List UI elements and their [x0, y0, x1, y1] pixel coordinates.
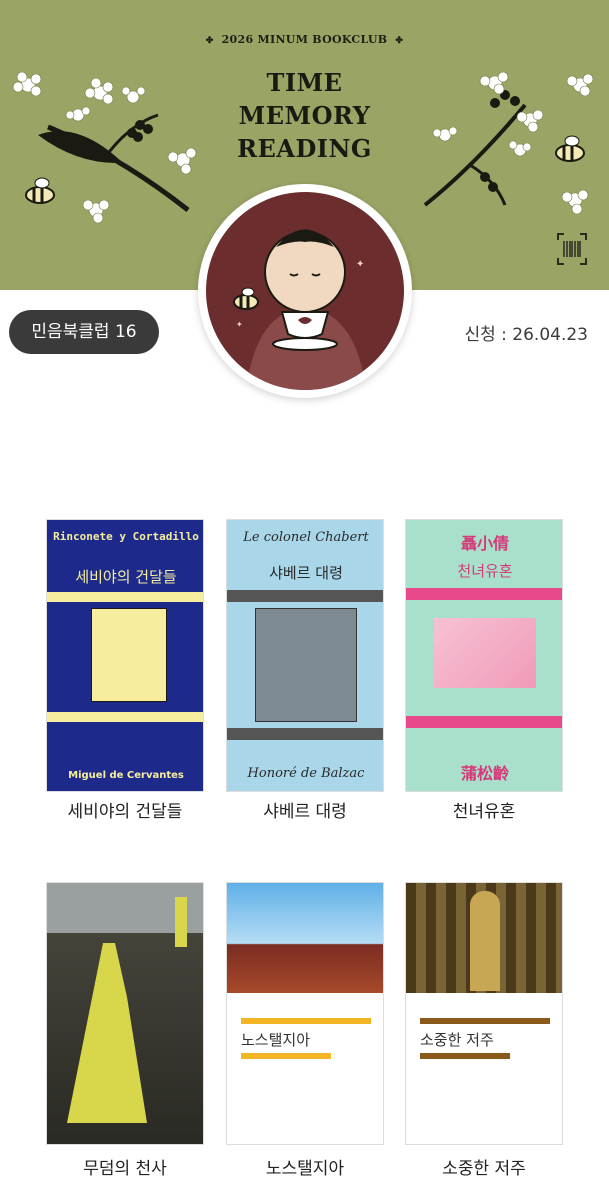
book-title[interactable]: 샤베르 대령 — [206, 797, 404, 822]
cover-author: 蒲松齡 — [460, 764, 509, 783]
club-cohort-badge: 민음북클럽 16기 — [9, 310, 159, 386]
cover-band — [406, 588, 562, 600]
diamond-icon: ✤ — [395, 36, 404, 46]
signup-date: 신청 : 26.04.23 — [464, 325, 588, 345]
cover-band — [47, 592, 203, 602]
book-cover[interactable]: 聶小倩 천녀유혼 蒲松齡 — [405, 519, 563, 792]
cover-band — [227, 728, 383, 740]
cover-title: 세비야의 건달들 — [75, 568, 177, 586]
cover-title: 소중한 저주 — [420, 1031, 494, 1049]
cover-top-text: 聶小倩 — [460, 534, 509, 553]
book-cover[interactable] — [46, 882, 204, 1145]
club-title-text: 2026 MINUM BOOKCLUB — [221, 33, 388, 46]
cover-band — [47, 712, 203, 722]
cover-top-text: Rinconete y Cortadillo — [53, 530, 199, 543]
cover-band — [241, 1018, 371, 1024]
cover-band — [227, 590, 383, 602]
cover-title: 노스탤지아 — [241, 1031, 311, 1049]
bee-icon — [555, 135, 585, 162]
right-flower-branch-illustration — [423, 71, 594, 215]
cover-author: Miguel de Cervantes — [68, 770, 184, 781]
book-title[interactable]: 소중한 저주 — [385, 1154, 583, 1179]
profile-avatar: ✦ ✦ — [198, 184, 412, 398]
book-title[interactable]: 무덤의 천사 — [26, 1154, 224, 1179]
book-card[interactable]: Le colonel Chabert 샤베르 대령 Honoré de Balz… — [226, 519, 384, 822]
cover-illustration — [91, 608, 167, 702]
cover-side-label — [175, 897, 187, 947]
book-card[interactable]: Rinconete y Cortadillo 세비야의 건달들 Miguel d… — [46, 519, 204, 822]
barcode-scan-icon[interactable] — [556, 232, 588, 266]
book-cover[interactable]: 노스탤지아 — [226, 882, 384, 1145]
book-cover[interactable]: 소중한 저주 — [405, 882, 563, 1145]
book-card[interactable]: 노스탤지아 노스탤지아 — [226, 882, 384, 1179]
cover-illustration — [227, 883, 383, 993]
cover-top-text: Le colonel Chabert — [243, 530, 369, 545]
book-title[interactable]: 천녀유혼 — [385, 797, 583, 822]
left-flower-branch-illustration — [12, 71, 197, 224]
cover-title: 천녀유혼 — [457, 562, 513, 580]
cover-band — [406, 716, 562, 728]
cover-band — [420, 1018, 550, 1024]
cover-illustration — [67, 943, 147, 1123]
diamond-icon: ✤ — [205, 36, 214, 46]
svg-text:✦: ✦ — [236, 320, 243, 329]
cover-title: 샤베르 대령 — [269, 564, 343, 582]
book-card[interactable]: 소중한 저주 소중한 저주 — [405, 882, 563, 1179]
book-title[interactable]: 세비야의 건달들 — [26, 797, 224, 822]
cover-author: Honoré de Balzac — [247, 766, 365, 781]
book-card[interactable]: 무덤의 천사 — [46, 882, 204, 1179]
bee-icon — [25, 177, 55, 204]
bee-icon — [233, 287, 259, 310]
cover-illustration — [255, 608, 357, 722]
cover-illustration — [434, 618, 536, 688]
book-cover[interactable]: Le colonel Chabert 샤베르 대령 Honoré de Balz… — [226, 519, 384, 792]
cover-band — [420, 1053, 510, 1059]
book-cover[interactable]: Rinconete y Cortadillo 세비야의 건달들 Miguel d… — [46, 519, 204, 792]
cover-band — [241, 1053, 331, 1059]
club-title: ✤ 2026 MINUM BOOKCLUB ✤ — [0, 33, 609, 46]
book-title[interactable]: 노스탤지아 — [206, 1154, 404, 1179]
tea-drinking-character-illustration: ✦ ✦ — [233, 229, 366, 390]
svg-text:✦: ✦ — [356, 259, 364, 270]
cover-ghost — [470, 891, 500, 991]
book-card[interactable]: 聶小倩 천녀유혼 蒲松齡 천녀유혼 — [405, 519, 563, 822]
